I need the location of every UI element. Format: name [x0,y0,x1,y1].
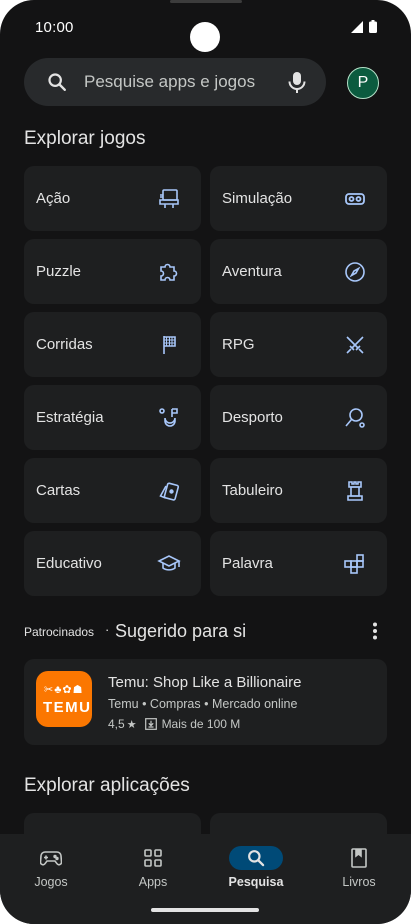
logo-text: TEMU [43,699,92,716]
category-label: Aventura [222,263,282,280]
category-tile-acao[interactable]: Ação [24,166,201,231]
nav-label: Jogos [34,875,68,889]
apps-grid-icon [144,849,162,867]
status-icons [351,20,377,33]
camera-cutout [190,22,220,52]
phone-screen: 10:00 P Explorar jogos Ação Simulação Pu… [0,0,411,924]
category-label: Cartas [36,482,81,499]
category-tile-desporto[interactable]: Desporto [210,385,387,450]
top-notch [170,0,242,3]
search-icon [48,73,66,91]
word-grid-icon [344,554,364,574]
category-tile-corridas[interactable]: Corridas [24,312,201,377]
strategy-flag-icon [159,408,178,427]
logo-glyphs: ✂♣✿☗ [44,684,84,696]
crossed-swords-icon [346,336,364,354]
chess-rook-icon [347,481,363,501]
graduation-cap-icon [157,555,181,571]
category-tile-puzzle[interactable]: Puzzle [24,239,201,304]
category-label: Palavra [222,555,273,572]
star-icon: ★ [126,718,137,731]
category-label: Desporto [222,409,283,426]
search-icon [248,850,265,867]
arcade-cabinet-icon [159,189,179,208]
more-options-icon[interactable] [373,622,377,640]
meta-separator: • [142,697,150,711]
category-tile-educativo[interactable]: Educativo [24,531,201,596]
search-bar[interactable] [24,58,326,106]
battery-icon [369,20,377,33]
nav-item-pesquisa[interactable]: Pesquisa [205,834,307,904]
puzzle-piece-icon [160,263,178,281]
nav-item-livros[interactable]: Livros [308,834,410,904]
category-label: RPG [222,336,255,353]
separator-dot: · [105,622,110,637]
category-label: Estratégia [36,409,104,426]
bookmark-book-icon [351,848,367,868]
search-input[interactable] [84,58,274,106]
signal-icon [351,20,363,33]
category-label: Ação [36,190,71,207]
app-name: Temu: Shop Like a Billionaire [108,674,302,691]
category-tile-estrategia[interactable]: Estratégia [24,385,201,450]
playing-cards-icon [159,482,180,501]
nav-item-apps[interactable]: Apps [102,834,204,904]
app-developer: Temu [108,697,139,711]
app-meta: Temu • Compras • Mercado online [108,697,297,711]
app-logo: ✂♣✿☗ TEMU [36,671,92,727]
category-tile-aventura[interactable]: Aventura [210,239,387,304]
app-rating: 4,5 [108,717,125,731]
nav-label: Pesquisa [228,875,284,889]
explore-apps-title: Explorar aplicações [24,775,190,796]
vr-headset-icon [345,193,365,205]
meta-separator: • [204,697,212,711]
suggested-header: Patrocinados · Sugerido para si [24,620,387,644]
download-icon [144,718,157,730]
nav-icon-container [229,846,283,870]
nav-label: Apps [138,875,168,889]
category-tile-simulacao[interactable]: Simulação [210,166,387,231]
nav-icon-container [126,846,180,870]
app-stats: 4,5 ★ Mais de 100 M [108,717,240,731]
status-bar: 10:00 [0,0,411,56]
category-tile-rpg[interactable]: RPG [210,312,387,377]
home-indicator[interactable] [151,908,259,912]
nav-item-jogos[interactable]: Jogos [0,834,102,904]
app-category: Compras [149,697,201,711]
category-label: Educativo [36,555,102,572]
racket-icon [345,408,365,428]
nav-icon-container [24,846,78,870]
category-label: Corridas [36,336,93,353]
status-time: 10:00 [35,19,74,36]
sponsored-label: Patrocinados [24,625,95,639]
app-downloads: Mais de 100 M [161,717,241,731]
category-label: Puzzle [36,263,82,280]
category-label: Tabuleiro [222,482,283,499]
nav-label: Livros [342,875,376,889]
category-tile-tabuleiro[interactable]: Tabuleiro [210,458,387,523]
suggested-title: Sugerido para si [115,621,247,641]
explore-games-title: Explorar jogos [24,128,146,149]
nav-icon-container [332,846,386,870]
account-avatar[interactable]: P [347,67,379,99]
category-tile-cartas[interactable]: Cartas [24,458,201,523]
category-label: Simulação [222,190,293,207]
app-subcategory: Mercado online [211,697,298,711]
microphone-icon[interactable] [286,70,308,94]
category-tile-palavra[interactable]: Palavra [210,531,387,596]
gamepad-icon [40,851,62,866]
suggested-app-card[interactable]: ✂♣✿☗ TEMU Temu: Shop Like a Billionaire … [24,659,387,745]
compass-icon [345,262,365,282]
checkered-flag-icon [163,336,176,354]
